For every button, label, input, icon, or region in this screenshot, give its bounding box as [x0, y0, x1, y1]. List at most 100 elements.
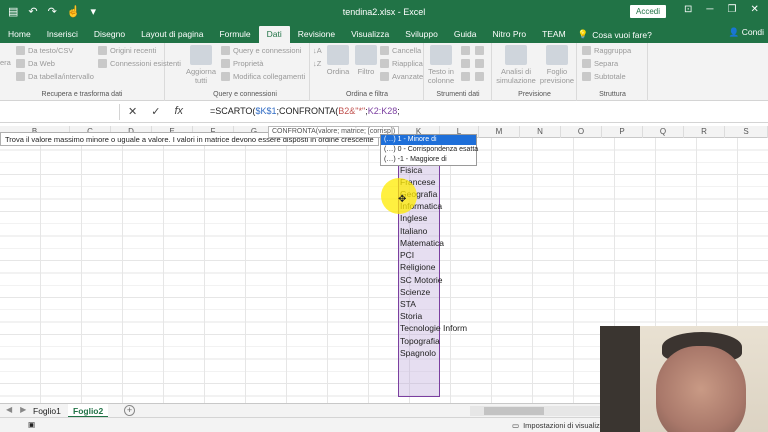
text-to-columns-button[interactable]: Testo in colonne — [426, 45, 456, 85]
sort-button[interactable]: Ordina — [324, 45, 352, 76]
match-type-option[interactable]: (…) 0 - Corrispondenza esatta — [381, 145, 478, 155]
column-header-p[interactable]: P — [602, 126, 643, 138]
cell-k-value[interactable]: Matematica — [400, 237, 444, 249]
remove-duplicates-button[interactable] — [461, 59, 470, 68]
from-table-button[interactable]: Da tabella/intervallo — [16, 72, 94, 81]
properties-button[interactable]: Proprietà — [221, 59, 263, 68]
add-sheet-button[interactable]: + — [124, 405, 135, 416]
tab-page-layout[interactable]: Layout di pagina — [133, 26, 211, 43]
tab-data[interactable]: Dati — [258, 26, 290, 43]
data-model-button[interactable] — [475, 72, 484, 81]
webcam-overlay — [600, 326, 768, 432]
tab-view[interactable]: Visualizza — [343, 26, 397, 43]
prev-sheet-icon[interactable]: ◀ — [6, 405, 12, 414]
horizontal-scrollbar[interactable] — [470, 406, 600, 416]
cell-k-value[interactable]: STA — [400, 298, 416, 310]
cell-k-value[interactable]: Topografia — [400, 335, 440, 347]
column-header-s[interactable]: S — [725, 126, 768, 138]
from-text-csv-button[interactable]: Da testo/CSV — [16, 46, 73, 55]
tab-developer[interactable]: Sviluppo — [397, 26, 446, 43]
cell-k-value[interactable]: Tecnologie Inform — [400, 322, 467, 334]
sign-in-button[interactable]: Accedi — [630, 5, 666, 18]
group-button[interactable]: Raggruppa — [582, 46, 631, 55]
filter-button[interactable]: Filtro — [354, 45, 378, 76]
clear-icon — [380, 46, 389, 55]
cell-k-value[interactable]: Spagnolo — [400, 347, 436, 359]
data-validation-icon — [461, 72, 470, 81]
redo-icon[interactable]: ↷ — [48, 5, 57, 18]
column-header-o[interactable]: O — [561, 126, 602, 138]
tab-home[interactable]: Home — [0, 26, 39, 43]
column-header-r[interactable]: R — [684, 126, 725, 138]
tab-formulas[interactable]: Formule — [211, 26, 258, 43]
cell-k-value[interactable]: Scienze — [400, 286, 430, 298]
flash-fill-button[interactable] — [461, 46, 470, 55]
ribbon-data: era Da testo/CSV Da Web Da tabella/inter… — [0, 43, 768, 101]
scroll-thumb[interactable] — [484, 407, 544, 415]
formula-input[interactable]: =SCARTO($K$1;CONFRONTA(B2&"*";K2:K28; — [210, 106, 400, 116]
tab-insert[interactable]: Inserisci — [39, 26, 86, 43]
touch-mode-icon[interactable]: ☝ — [67, 5, 81, 18]
tab-help[interactable]: Guida — [446, 26, 485, 43]
close-icon[interactable]: ✕ — [750, 4, 758, 15]
sort-icon — [327, 45, 349, 65]
match-type-option[interactable]: (…) 1 - Minore di — [381, 135, 476, 145]
cell-k-value[interactable]: SC Motorie — [400, 274, 443, 286]
ribbon-options-icon[interactable]: ⊡ — [684, 4, 692, 15]
advanced-button[interactable]: Avanzate — [380, 72, 423, 81]
enter-formula-button[interactable]: ✓ — [151, 105, 160, 118]
customize-qat-icon[interactable]: ▾ — [91, 5, 97, 18]
relationships-button[interactable] — [475, 59, 484, 68]
macro-record-icon[interactable]: ▣ — [28, 420, 35, 429]
tab-draw[interactable]: Disegno — [86, 26, 133, 43]
display-settings[interactable]: ▭ Impostazioni di visualizz — [512, 421, 604, 430]
cell-k-value[interactable]: Storia — [400, 310, 422, 322]
reapply-button[interactable]: Riapplica — [380, 59, 423, 68]
ungroup-button[interactable]: Separa — [582, 59, 618, 68]
tab-team[interactable]: TEAM — [534, 26, 574, 43]
column-header-n[interactable]: N — [520, 126, 561, 138]
queries-connections-button[interactable]: Query e connessioni — [221, 46, 301, 55]
consolidate-icon — [475, 46, 484, 55]
sheet-tab-foglio1[interactable]: Foglio1 — [28, 404, 66, 418]
cell-k-value[interactable]: Inglese — [400, 212, 427, 224]
next-sheet-icon[interactable]: ▶ — [20, 405, 26, 414]
edit-links-icon — [221, 72, 230, 81]
undo-icon[interactable]: ↶ — [28, 5, 37, 18]
data-validation-button[interactable] — [461, 72, 470, 81]
cancel-formula-button[interactable]: ✕ — [128, 105, 137, 118]
tab-nitro-pro[interactable]: Nitro Pro — [485, 26, 535, 43]
sort-az-button[interactable]: ↓A — [313, 46, 322, 55]
what-if-analysis-button[interactable]: Analisi di simulazione — [495, 45, 537, 85]
cell-k-value[interactable]: Italiano — [400, 225, 427, 237]
properties-icon — [221, 59, 230, 68]
column-header-q[interactable]: Q — [643, 126, 684, 138]
recent-sources-button[interactable]: Origini recenti — [98, 46, 156, 55]
share-button[interactable]: 👤 Condi — [729, 27, 764, 38]
cell-k-value[interactable]: PCI — [400, 249, 414, 261]
clear-button[interactable]: Cancella — [380, 46, 421, 55]
forecast-sheet-button[interactable]: Foglio previsione — [539, 45, 575, 85]
advanced-label: Avanzate — [392, 72, 424, 81]
sheet-tab-foglio2[interactable]: Foglio2 — [68, 404, 109, 418]
cell-k-value[interactable]: Religione — [400, 261, 435, 273]
restore-icon[interactable]: ❐ — [727, 4, 736, 15]
insert-function-button[interactable]: fx — [174, 105, 183, 118]
tell-me-box[interactable]: 💡 Cosa vuoi fare? — [574, 26, 652, 43]
minimize-icon[interactable]: ─ — [706, 4, 713, 15]
sort-za-button[interactable]: ↓Z — [313, 59, 321, 68]
from-web-button[interactable]: Da Web — [16, 59, 55, 68]
subtotal-button[interactable]: Subtotale — [582, 72, 626, 81]
edit-links-button[interactable]: Modifica collegamenti — [221, 72, 305, 81]
consolidate-button[interactable] — [475, 46, 484, 55]
group-queries: Aggiorna tutti Query e connessioni Propr… — [181, 43, 310, 101]
column-header-m[interactable]: M — [479, 126, 520, 138]
tab-review[interactable]: Revisione — [290, 26, 343, 43]
name-box[interactable] — [0, 104, 120, 120]
existing-connections-button[interactable]: Connessioni esistenti — [98, 59, 181, 68]
web-icon — [16, 59, 25, 68]
queries-connections-label: Query e connessioni — [233, 46, 302, 55]
refresh-all-button[interactable]: Aggiorna tutti — [184, 45, 218, 85]
save-icon[interactable]: ▤ — [8, 5, 18, 18]
match-type-option[interactable]: (…) -1 - Maggiore di — [381, 155, 476, 165]
